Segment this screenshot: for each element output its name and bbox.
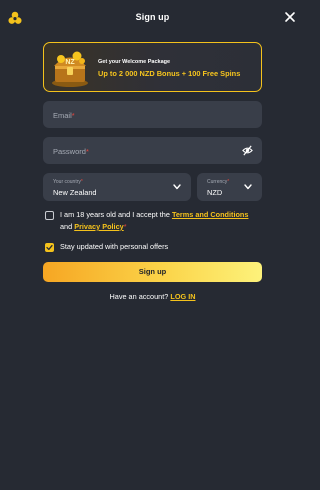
- svg-text:NZ: NZ: [65, 59, 75, 66]
- chevron-down-icon: [244, 184, 252, 190]
- check-icon: [46, 244, 53, 251]
- terms-link[interactable]: Terms and Conditions: [172, 210, 249, 219]
- page-title: Sign up: [135, 12, 170, 22]
- header: Sign up: [0, 0, 305, 36]
- privacy-policy-link[interactable]: Privacy Policy: [74, 222, 124, 231]
- close-icon[interactable]: [284, 11, 296, 23]
- country-value: New Zealand: [53, 188, 97, 197]
- terms-consent-row: I am 18 years old and I accept the Terms…: [43, 209, 262, 235]
- chevron-down-icon: [173, 184, 181, 190]
- currency-label: Currency*: [207, 179, 230, 185]
- password-placeholder: Password*: [53, 147, 89, 156]
- eye-off-icon[interactable]: [242, 145, 253, 156]
- currency-select[interactable]: Currency* NZD: [197, 173, 262, 201]
- password-field[interactable]: Password*: [43, 137, 262, 164]
- terms-checkbox[interactable]: [45, 211, 54, 220]
- terms-text: I am 18 years old and I accept the Terms…: [60, 210, 249, 231]
- signup-button[interactable]: Sign up: [43, 262, 262, 282]
- promo-headline: Up to 2 000 NZD Bonus + 100 Free Spins: [98, 69, 241, 78]
- email-placeholder: Email*: [53, 111, 75, 120]
- login-link[interactable]: LOG IN: [170, 292, 195, 301]
- login-prompt: Have an account? LOG IN: [109, 292, 196, 301]
- offers-consent-row: Stay updated with personal offers: [43, 241, 262, 254]
- welcome-promo-banner[interactable]: NZ Get your Welcome Package Up to 2 000 …: [43, 42, 262, 92]
- country-select[interactable]: Your country* New Zealand: [43, 173, 191, 201]
- offers-checkbox[interactable]: [45, 243, 54, 252]
- country-label: Your country*: [53, 179, 83, 185]
- currency-value: NZD: [207, 188, 223, 197]
- promo-subtitle: Get your Welcome Package: [98, 59, 171, 65]
- email-field[interactable]: Email*: [43, 101, 262, 128]
- treasure-chest-icon: NZ: [52, 51, 88, 87]
- offers-text: Stay updated with personal offers: [60, 242, 169, 251]
